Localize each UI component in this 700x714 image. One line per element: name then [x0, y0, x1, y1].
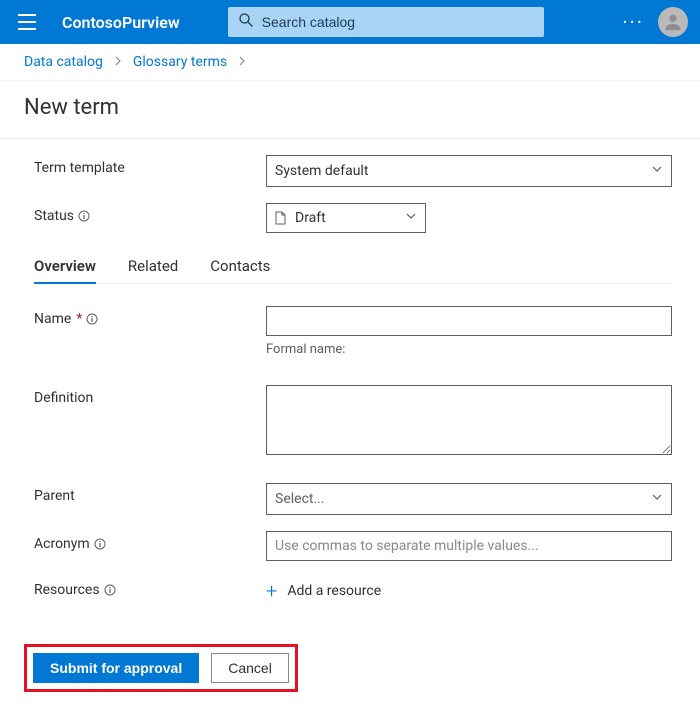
chevron-down-icon: [405, 210, 417, 226]
tab-contacts[interactable]: Contacts: [210, 249, 270, 283]
info-icon[interactable]: [94, 538, 106, 550]
term-template-dropdown[interactable]: System default: [266, 155, 672, 187]
row-name: Name * Formal name:: [34, 306, 672, 357]
chevron-down-icon: [651, 491, 663, 507]
row-acronym: Acronym: [34, 531, 672, 561]
status-value: Draft: [295, 210, 397, 226]
definition-label: Definition: [34, 385, 266, 406]
acronym-label: Acronym: [34, 536, 90, 552]
breadcrumb: Data catalog Glossary terms: [0, 44, 700, 81]
definition-textarea[interactable]: [266, 385, 672, 455]
parent-placeholder: Select...: [275, 491, 325, 507]
action-button-highlight: Submit for approval Cancel: [24, 644, 298, 692]
submit-for-approval-button[interactable]: Submit for approval: [33, 653, 199, 683]
row-term-template: Term template System default: [34, 155, 672, 187]
breadcrumb-item-data-catalog[interactable]: Data catalog: [24, 54, 103, 70]
info-icon[interactable]: [86, 313, 98, 325]
tab-overview[interactable]: Overview: [34, 249, 96, 283]
info-icon[interactable]: [78, 210, 90, 222]
top-bar: ContosoPurview ···: [0, 0, 700, 44]
formal-name-label: Formal name:: [266, 342, 672, 357]
plus-icon: +: [266, 581, 277, 601]
parent-dropdown[interactable]: Select...: [266, 483, 672, 515]
status-dropdown[interactable]: Draft: [266, 203, 426, 233]
search-icon: [238, 12, 254, 32]
new-term-form: Term template System default Status Draf…: [0, 139, 700, 602]
search-box[interactable]: [228, 7, 544, 37]
overflow-menu-icon[interactable]: ···: [622, 12, 644, 32]
chevron-right-icon: [237, 55, 247, 69]
tab-related[interactable]: Related: [128, 249, 178, 283]
term-template-value: System default: [275, 163, 368, 179]
name-label: Name: [34, 311, 71, 327]
app-name[interactable]: ContosoPurview: [62, 13, 180, 32]
add-resource-link[interactable]: + Add a resource: [266, 577, 381, 601]
term-template-label: Term template: [34, 155, 266, 176]
search-input[interactable]: [262, 14, 534, 30]
tabs: Overview Related Contacts: [34, 249, 672, 284]
add-resource-label: Add a resource: [287, 583, 381, 599]
required-mark: *: [76, 311, 82, 327]
footer: Submit for approval Cancel: [0, 634, 700, 702]
status-label: Status: [34, 208, 74, 224]
chevron-right-icon: [113, 55, 123, 69]
row-parent: Parent Select...: [34, 483, 672, 515]
acronym-input[interactable]: [266, 531, 672, 561]
row-resources: Resources + Add a resource: [34, 577, 672, 602]
info-icon[interactable]: [104, 584, 116, 596]
page-title: New term: [0, 81, 700, 138]
menu-hamburger-icon[interactable]: [18, 10, 42, 34]
resources-label: Resources: [34, 582, 100, 598]
avatar[interactable]: [658, 7, 688, 37]
chevron-down-icon: [651, 163, 663, 179]
name-input[interactable]: [266, 306, 672, 336]
row-definition: Definition: [34, 385, 672, 459]
breadcrumb-item-glossary-terms[interactable]: Glossary terms: [133, 54, 227, 70]
parent-label: Parent: [34, 483, 266, 504]
cancel-button[interactable]: Cancel: [211, 653, 289, 683]
row-status: Status Draft: [34, 203, 672, 233]
document-icon: [275, 211, 287, 225]
